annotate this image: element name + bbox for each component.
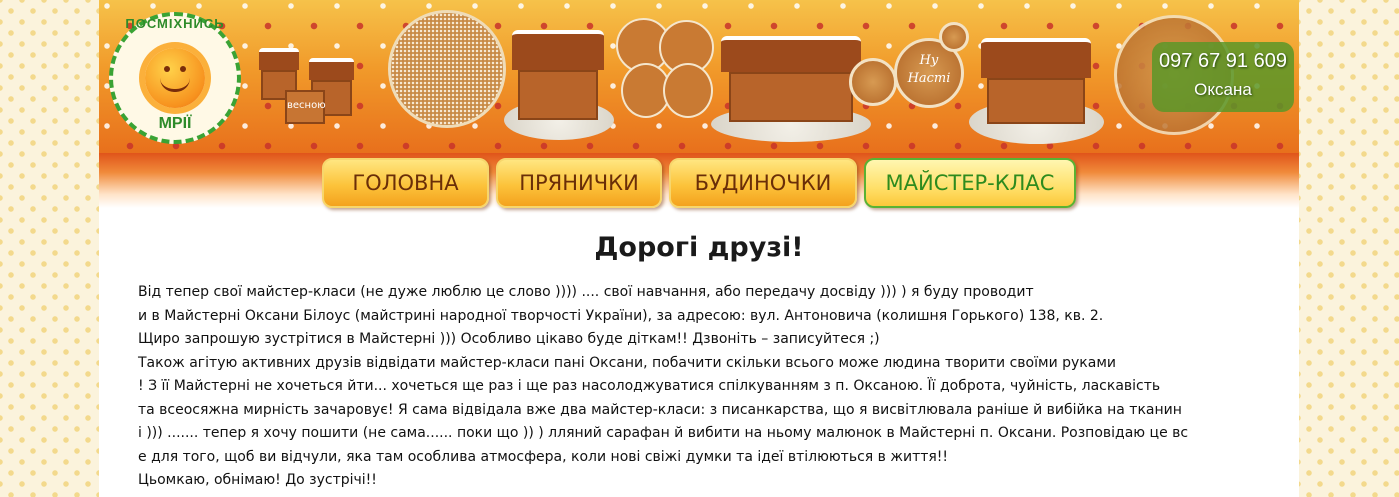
article-line: Щиро запрошую зустрітися в Майстерні )))… — [138, 331, 880, 347]
logo-bottom-text: МРІЇ — [158, 115, 192, 132]
house-shape — [518, 70, 598, 120]
house-sign-text: весною — [287, 100, 326, 111]
article-line: Цьомкаю, обнімаю! До зустрічі!! — [138, 472, 377, 488]
roof-shape — [512, 30, 604, 70]
logo-top-text: ПОСМІХНИСЬ — [125, 16, 225, 31]
contact-name: Оксана — [1194, 80, 1252, 99]
article-body: Від тепер свої майстер-класи (не дуже лю… — [138, 281, 1268, 493]
house-sign-shape: весною — [285, 90, 326, 124]
contact-box: 097 67 91 609 Оксана — [1152, 42, 1294, 112]
sun-eye-icon — [164, 66, 170, 72]
nav-houses[interactable]: БУДИНОЧКИ — [669, 158, 857, 208]
article-line: ! З її Майстерні не хочеться йти... хоче… — [138, 378, 1161, 394]
header-banner: ПОСМІХНИСЬ МРІЇ весною Ну Насті 097 67 9… — [99, 0, 1299, 153]
page-title: Дорогі друзі! — [594, 232, 804, 263]
house-shape — [987, 78, 1085, 124]
lace-cookie-image — [388, 10, 506, 128]
small-cookie-image — [939, 22, 969, 52]
article-line: Також агітую активних друзів відвідати м… — [138, 354, 1116, 371]
cookie-text-2: Насті — [907, 71, 951, 86]
phone-number[interactable]: 097 67 91 609 — [1152, 50, 1294, 73]
article-line: і ))) ....... тепер я хочу пошити (не са… — [138, 425, 1189, 441]
article-line: Від тепер свої майстер-класи (не дуже лю… — [138, 284, 1034, 300]
sun-eye-icon — [180, 66, 186, 72]
site-logo[interactable]: ПОСМІХНИСЬ МРІЇ — [109, 12, 241, 144]
roof-shape — [721, 36, 861, 72]
gingerbread-house-image — [504, 20, 614, 140]
article-line: та всеосяжна мирність зачаровує! Я сама … — [138, 401, 1182, 418]
nav-gingerbread[interactable]: ПРЯНИЧКИ — [496, 158, 662, 208]
nav-master-class[interactable]: МАЙСТЕР-КЛАС — [864, 158, 1076, 208]
gingerbread-village-image: весною — [249, 28, 369, 138]
teddy-bear-cookies-image — [611, 8, 721, 123]
roof-shape — [259, 48, 299, 70]
nav-home[interactable]: ГОЛОВНА — [322, 158, 489, 208]
roof-shape — [981, 38, 1091, 78]
page: ПОСМІХНИСЬ МРІЇ весною Ну Насті 097 67 9… — [99, 0, 1299, 497]
bear-body-shape — [663, 63, 713, 118]
gingerbread-house-image — [969, 30, 1104, 145]
cookie-text-1: Ну — [919, 53, 939, 68]
house-shape — [729, 72, 853, 122]
article-line: е для того, щоб ви відчули, яка там особ… — [138, 448, 949, 465]
flower-cookie-image — [849, 58, 897, 106]
article-line: и в Майстерні Оксани Білоус (майстрині н… — [138, 307, 1104, 324]
roof-shape — [309, 58, 354, 80]
gingerbread-house-image — [711, 28, 871, 143]
